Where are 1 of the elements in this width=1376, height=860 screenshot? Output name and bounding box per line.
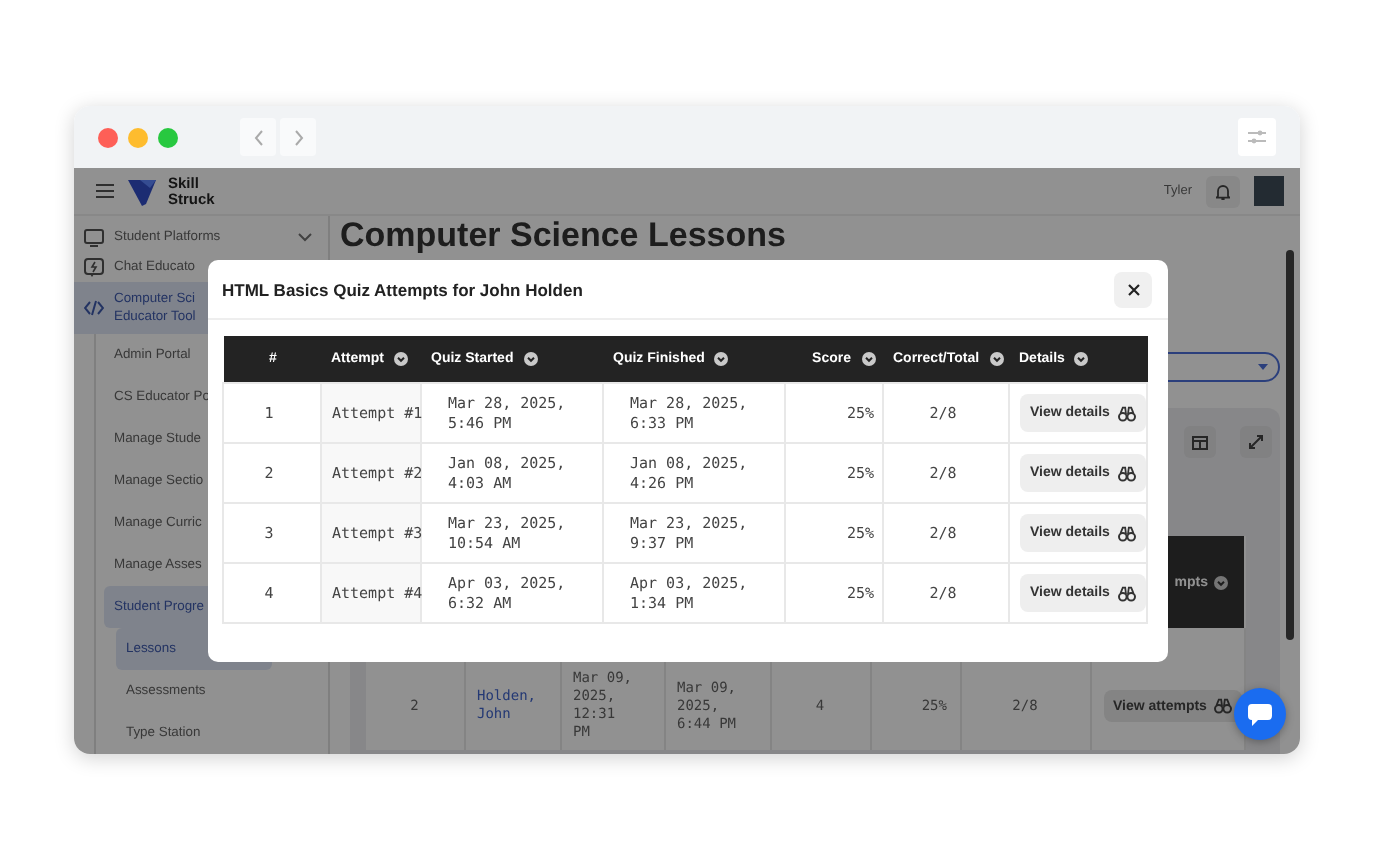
page-title: Computer Science Lessons — [340, 216, 788, 256]
